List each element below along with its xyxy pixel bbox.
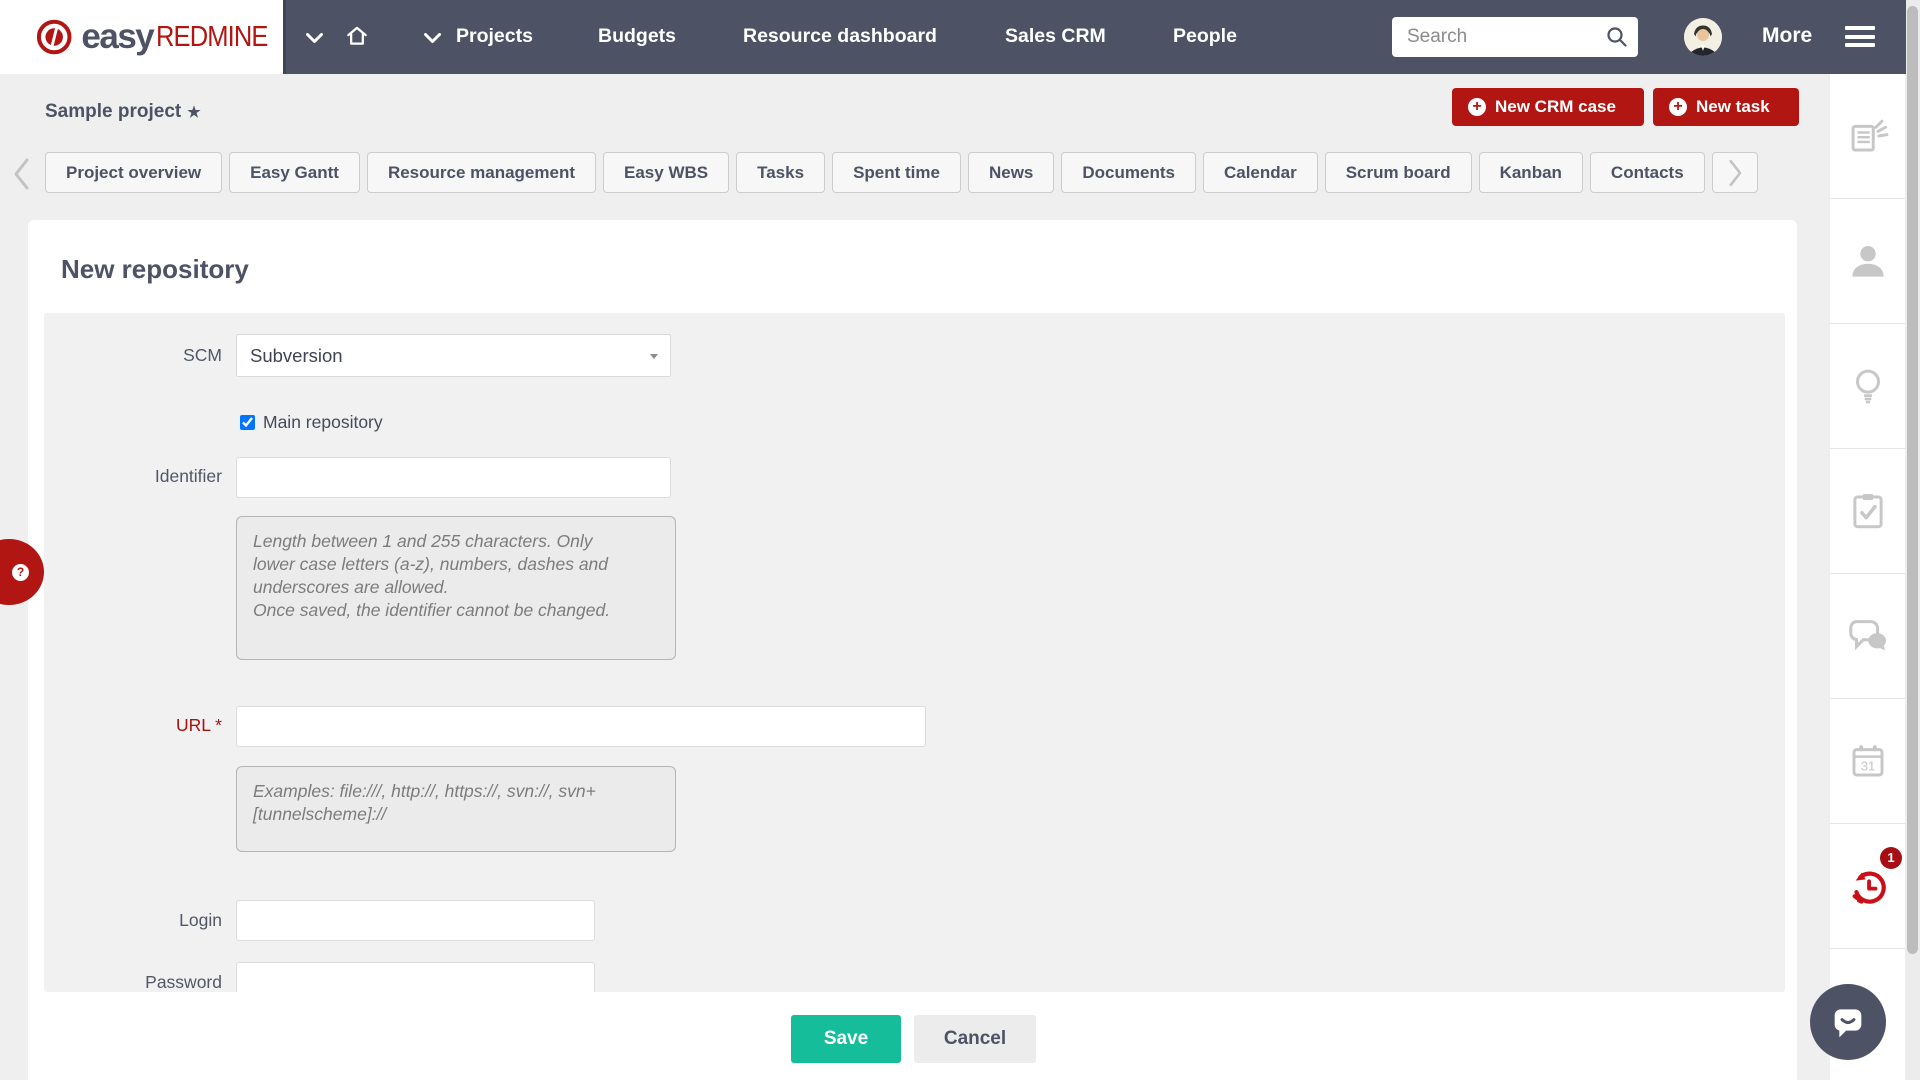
tab-calendar[interactable]: Calendar [1203, 152, 1318, 193]
tab-contacts[interactable]: Contacts [1590, 152, 1705, 193]
chevron-down-icon[interactable] [424, 31, 441, 49]
tab-project-overview[interactable]: Project overview [45, 152, 222, 193]
breadcrumb: Sample project ★ [45, 101, 201, 123]
top-navbar: easy REDMINE Projects Budgets Resource d… [0, 0, 1920, 74]
login-label: Login [44, 910, 222, 931]
tasks-clipboard-icon[interactable] [1830, 449, 1905, 574]
main-repository-row: Main repository [240, 412, 383, 433]
plus-icon: + [1468, 98, 1486, 116]
tab-easy-wbs[interactable]: Easy WBS [603, 152, 729, 193]
home-icon[interactable] [344, 23, 370, 54]
favorite-star-icon[interactable]: ★ [187, 104, 200, 121]
identifier-input[interactable] [236, 457, 671, 498]
tabs-scroll-right-icon[interactable] [1712, 152, 1758, 193]
tabs-scroll-left-icon[interactable] [9, 156, 35, 197]
main-repository-label[interactable]: Main repository [263, 412, 383, 433]
chat-bubble-icon [1828, 1002, 1868, 1042]
tab-spent-time[interactable]: Spent time [832, 152, 961, 193]
project-name[interactable]: Sample project [45, 101, 181, 122]
logo-text-redmine: REDMINE [156, 21, 268, 54]
easy-redmine-logo-icon [36, 12, 72, 62]
logo-text-easy: easy [81, 17, 153, 57]
page-scrollbar-track [1906, 0, 1920, 1080]
url-help: Examples: file:///, http://, https://, s… [236, 766, 676, 852]
history-count-badge: 1 [1880, 847, 1902, 869]
help-line: lower case letters (a-z), numbers, dashe… [253, 553, 659, 576]
tab-documents[interactable]: Documents [1061, 152, 1196, 193]
password-label: Password [44, 972, 222, 992]
page-title: New repository [61, 254, 249, 285]
password-input[interactable] [236, 962, 595, 992]
hamburger-icon[interactable] [1845, 26, 1875, 52]
search-icon[interactable] [1605, 25, 1629, 54]
tab-kanban[interactable]: Kanban [1479, 152, 1583, 193]
tab-resource-management[interactable]: Resource management [367, 152, 596, 193]
app-logo[interactable]: easy REDMINE [0, 0, 286, 74]
nav-item-resource-dashboard[interactable]: Resource dashboard [743, 25, 937, 48]
search-input[interactable] [1405, 18, 1590, 56]
nav-item-more[interactable]: More [1762, 24, 1812, 48]
identifier-label: Identifier [44, 466, 222, 487]
right-toolbar: 31 1 [1830, 74, 1905, 1080]
scm-select[interactable]: Subversion [236, 334, 671, 377]
project-tabs: Project overview Easy Gantt Resource man… [45, 152, 1820, 196]
svg-text:31: 31 [1860, 758, 1875, 773]
help-line: [tunnelscheme]:// [253, 803, 659, 826]
nav-item-sales-crm[interactable]: Sales CRM [1005, 25, 1106, 48]
nav-item-budgets[interactable]: Budgets [598, 25, 676, 48]
calendar-icon[interactable]: 31 [1830, 699, 1905, 824]
plus-icon: + [1669, 98, 1687, 116]
tab-scrum-board[interactable]: Scrum board [1325, 152, 1472, 193]
activity-feed-icon[interactable] [1830, 74, 1905, 199]
new-task-button[interactable]: + New task [1653, 88, 1799, 126]
help-line: underscores are allowed. [253, 576, 659, 599]
save-button[interactable]: Save [791, 1015, 901, 1063]
question-mark-icon: ? [12, 564, 29, 581]
new-task-label: New task [1696, 97, 1770, 117]
new-repository-form: SCM Subversion Main repository Identifie… [44, 313, 1785, 992]
login-input[interactable] [236, 900, 595, 941]
recent-history-icon[interactable]: 1 [1830, 824, 1905, 949]
url-input[interactable] [236, 706, 926, 747]
cancel-button[interactable]: Cancel [914, 1015, 1036, 1063]
scm-label: SCM [44, 345, 222, 366]
tab-tasks[interactable]: Tasks [736, 152, 825, 193]
chevron-down-icon[interactable] [306, 31, 323, 49]
url-label: URL * [44, 715, 222, 736]
user-avatar[interactable] [1684, 18, 1722, 56]
help-line: Length between 1 and 255 characters. Onl… [253, 530, 659, 553]
chat-launcher-button[interactable] [1810, 984, 1886, 1060]
idea-bulb-icon[interactable] [1830, 324, 1905, 449]
main-repository-checkbox[interactable] [240, 415, 255, 430]
new-crm-case-button[interactable]: + New CRM case [1452, 88, 1644, 126]
help-line: Once saved, the identifier cannot be cha… [253, 599, 659, 622]
tab-easy-gantt[interactable]: Easy Gantt [229, 152, 360, 193]
nav-item-people[interactable]: People [1173, 25, 1237, 48]
help-line: Examples: file:///, http://, https://, s… [253, 780, 659, 803]
page-scrollbar-thumb[interactable] [1907, 6, 1918, 954]
contacts-icon[interactable] [1830, 199, 1905, 324]
tab-news[interactable]: News [968, 152, 1054, 193]
chevron-down-icon [650, 354, 658, 359]
nav-item-projects[interactable]: Projects [456, 25, 533, 48]
discussion-bubbles-icon[interactable] [1830, 574, 1905, 699]
easy-redmine-app: easy REDMINE Projects Budgets Resource d… [0, 0, 1920, 1080]
scm-selected-value: Subversion [237, 335, 670, 376]
global-search [1392, 17, 1638, 57]
identifier-help: Length between 1 and 255 characters. Onl… [236, 516, 676, 660]
new-crm-case-label: New CRM case [1495, 97, 1616, 117]
